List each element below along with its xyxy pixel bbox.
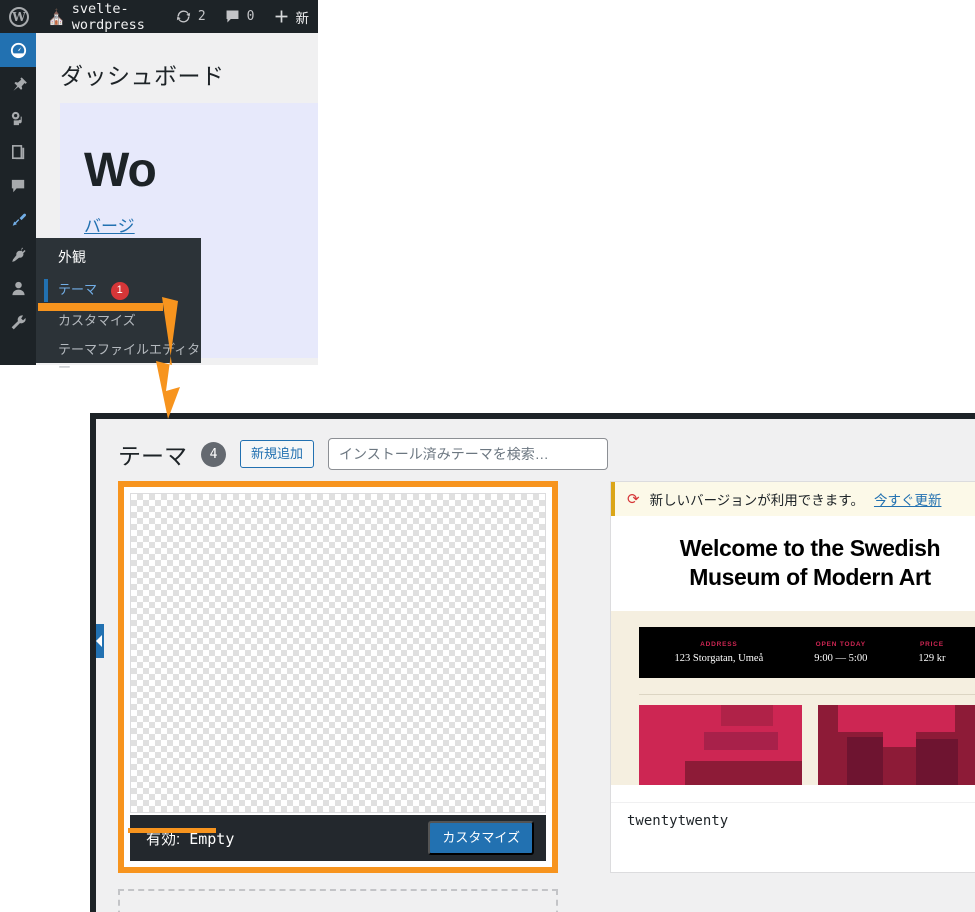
theme-card-placeholder [118,889,558,912]
preview-info-bar: ADDRESS 123 Storgatan, Umeå OPEN TODAY 9… [639,627,975,679]
theme-name-label: twentytwenty [611,802,975,838]
sidebar-item-users[interactable] [0,271,36,305]
sidebar-item-tools[interactable] [0,305,36,339]
theme-screenshot-twentytwenty: Welcome to the Swedish Museum of Modern … [611,516,975,838]
preview-hero-line2: Museum of Modern Art [689,563,931,590]
collapse-menu-tab[interactable] [96,624,104,658]
preview-hero-line1: Welcome to the Swedish [679,535,941,561]
sidebar-item-pages[interactable] [0,135,36,169]
highlight-underline-active-theme [128,828,216,833]
preview-image-right [818,705,975,786]
preview-body: ADDRESS 123 Storgatan, Umeå OPEN TODAY 9… [611,611,975,786]
sidebar-item-appearance[interactable] [0,203,36,237]
theme-screenshot-placeholder [130,493,546,813]
home-icon: ⛪ [47,7,66,26]
media-camera-music-icon [11,111,22,125]
theme-card-active[interactable]: 有効: Empty カスタマイズ [118,481,558,873]
dashboard-gauge-icon [10,42,26,58]
page-title: テーマ [118,443,187,469]
info-label: PRICE [919,641,944,649]
admin-sidebar-menu [0,33,36,365]
welcome-version-link[interactable]: バージ [60,198,318,237]
updates-count: 2 [197,9,206,24]
update-now-link[interactable]: 今すぐ更新 [874,489,942,509]
site-name-menu[interactable]: ⛪ svelte-wordpress [38,0,166,33]
preview-image-row [639,705,975,786]
preview-image-left [639,705,802,786]
preview-info-address: ADDRESS 123 Storgatan, Umeå [675,641,764,664]
submenu-heading: 外観 [58,249,86,265]
theme-card-twentytwenty[interactable]: ⟳ 新しいバージョンが利用できます。 今すぐ更新 Welcome to the … [610,481,975,873]
active-theme-status: 有効: [146,830,181,848]
update-notice-text: 新しいバージョンが利用できます。 [649,493,864,508]
submenu-item-label: テーマ [58,282,98,297]
info-value: 9:00 — 5:00 [814,653,868,665]
welcome-heading: Wo [84,144,157,197]
plus-icon [275,10,287,23]
customize-button[interactable]: カスタマイズ [428,821,534,855]
updates-icon [176,10,190,23]
info-label: OPEN TODAY [815,641,866,649]
sidebar-item-comments[interactable] [0,169,36,203]
updates-menu[interactable]: 2 [166,0,215,33]
pages-book-icon [11,144,24,159]
update-refresh-icon: ⟳ [627,490,640,508]
admin-toolbar: W ⛪ svelte-wordpress 2 0 新 [0,0,318,33]
preview-divider [639,694,975,696]
comments-menu[interactable]: 0 [215,0,264,33]
new-content-menu[interactable]: 新 [264,0,319,33]
info-label: ADDRESS [700,641,738,649]
themes-grid: 有効: Empty カスタマイズ ⟳ 新しいバージョンが利用できます。 今すぐ更… [118,481,975,912]
comment-bubble-icon [226,10,239,23]
info-value: 129 kr [918,653,946,665]
sidebar-item-posts[interactable] [0,67,36,101]
pin-icon [12,76,27,91]
theme-card-footer: 有効: Empty カスタマイズ [130,815,546,861]
add-new-theme-button[interactable]: 新規追加 [240,440,315,468]
arrow-pointing-down-icon [156,297,180,419]
site-name-label: svelte-wordpress [71,0,145,33]
preview-hero: Welcome to the Swedish Museum of Modern … [611,516,975,612]
wrench-icon [11,314,26,329]
themes-page-window: テーマ 4 新規追加 有効: Empty カスタマイズ ⟳ 新しいバー [90,413,975,912]
search-installed-themes-input[interactable] [328,438,609,470]
user-icon [11,281,25,295]
sidebar-item-dashboard[interactable] [0,33,36,67]
preview-info-price: PRICE 129 kr [918,641,945,664]
paintbrush-icon [12,213,26,226]
plug-icon [11,246,26,262]
new-content-label: 新 [295,10,310,27]
themes-page-body: テーマ 4 新規追加 有効: Empty カスタマイズ ⟳ 新しいバー [96,419,975,912]
themes-page-header: テーマ 4 新規追加 [96,419,975,471]
theme-update-notice: ⟳ 新しいバージョンが利用できます。 今すぐ更新 [611,482,975,516]
comment-bubble-icon [11,179,24,192]
sidebar-item-media[interactable] [0,101,36,135]
preview-info-open-today: OPEN TODAY 9:00 — 5:00 [814,641,867,664]
sidebar-item-plugins[interactable] [0,237,36,271]
comments-count: 0 [246,9,255,24]
info-value: 123 Storgatan, Umeå [674,653,764,665]
wordpress-logo-icon[interactable]: W [0,0,38,33]
themes-count-badge: 4 [201,441,226,467]
page-title: ダッシュボード [60,63,225,89]
